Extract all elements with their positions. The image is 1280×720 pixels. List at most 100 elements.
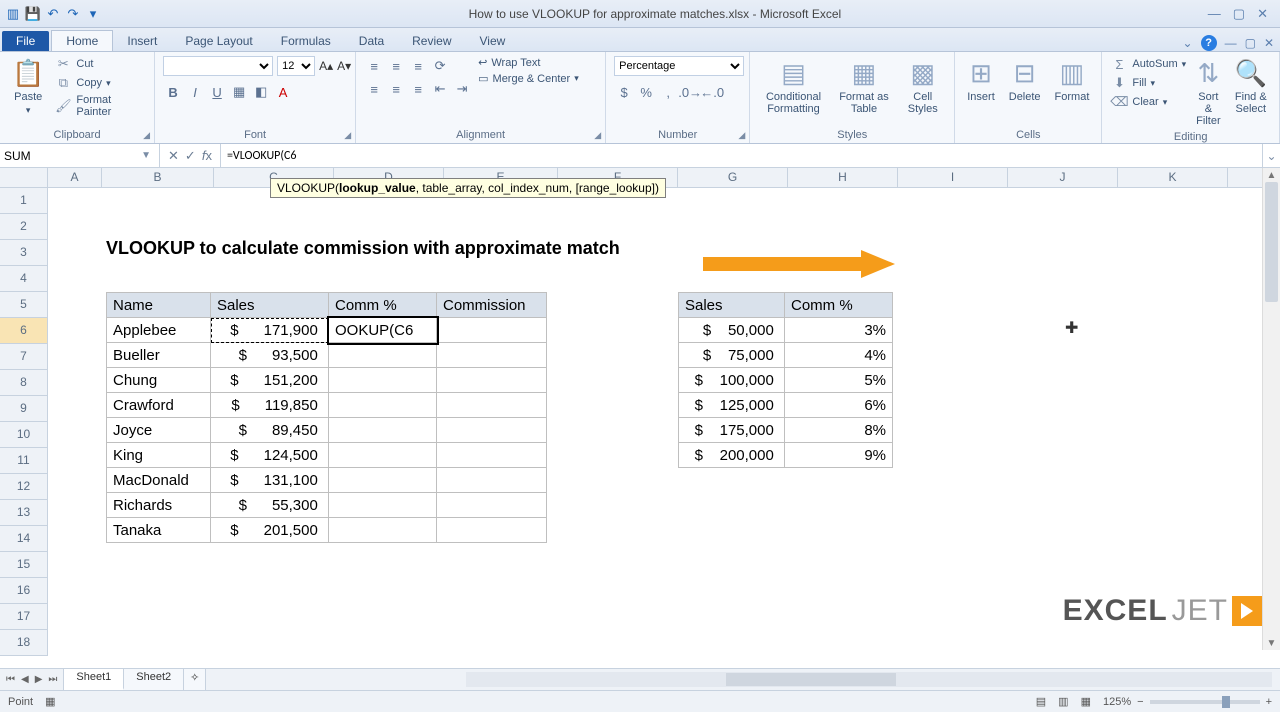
increase-decimal-icon[interactable]: .0→ (680, 82, 700, 102)
table-row[interactable]: $ 75,000 4% (679, 343, 893, 368)
comma-icon[interactable]: , (658, 82, 678, 102)
cell-name[interactable]: Richards (107, 493, 211, 518)
row-header-16[interactable]: 16 (0, 578, 47, 604)
view-normal-icon[interactable]: ▤ (1036, 695, 1046, 708)
table-row[interactable]: $ 100,000 5% (679, 368, 893, 393)
table-header[interactable]: Sales (211, 293, 329, 318)
save-icon[interactable]: 💾 (24, 5, 42, 23)
cell-commission[interactable] (437, 318, 547, 343)
name-box-input[interactable] (4, 149, 137, 163)
underline-button[interactable]: U (207, 82, 227, 102)
number-format-select[interactable]: Percentage (614, 56, 744, 76)
tab-review[interactable]: Review (398, 31, 465, 51)
view-layout-icon[interactable]: ▥ (1058, 695, 1068, 708)
table-row[interactable]: Crawford $ 119,850 (107, 393, 547, 418)
increase-indent-icon[interactable]: ⇥ (452, 79, 472, 99)
undo-icon[interactable]: ↶ (44, 5, 62, 23)
cell-comm[interactable] (329, 368, 437, 393)
file-tab[interactable]: File (2, 31, 49, 51)
help-icon[interactable]: ? (1201, 35, 1217, 51)
cell-comm[interactable] (329, 343, 437, 368)
font-name-select[interactable] (163, 56, 273, 76)
align-middle-icon[interactable]: ≡ (386, 56, 406, 76)
col-header-I[interactable]: I (898, 168, 1008, 187)
cell-styles-button[interactable]: ▩Cell Styles (899, 56, 946, 117)
copy-button[interactable]: ⧉Copy▾ (54, 75, 146, 91)
cell-comm[interactable] (329, 443, 437, 468)
cell-pct[interactable]: 3% (785, 318, 893, 343)
table-header[interactable]: Comm % (785, 293, 893, 318)
row-header-4[interactable]: 4 (0, 266, 47, 292)
cell-sales[interactable]: $ 55,300 (211, 493, 329, 518)
vscroll-thumb[interactable] (1265, 182, 1278, 302)
currency-icon[interactable]: $ (614, 82, 634, 102)
sort-filter-button[interactable]: ⇅Sort & Filter (1192, 56, 1224, 129)
cell-sales[interactable]: $ 124,500 (211, 443, 329, 468)
number-dialog-icon[interactable]: ◢ (738, 130, 745, 141)
qat-dropdown-icon[interactable]: ▾ (84, 5, 102, 23)
cell-name[interactable]: MacDonald (107, 468, 211, 493)
align-bottom-icon[interactable]: ≡ (408, 56, 428, 76)
row-header-5[interactable]: 5 (0, 292, 47, 318)
cell-comm[interactable] (329, 493, 437, 518)
fill-color-button[interactable]: ◧ (251, 82, 271, 102)
cell-name[interactable]: Crawford (107, 393, 211, 418)
table-row[interactable]: King $ 124,500 (107, 443, 547, 468)
worksheet-grid[interactable]: ABCDEFGHIJK 123456789101112131415161718 … (0, 168, 1280, 668)
window-restore-icon[interactable]: ▢ (1245, 36, 1256, 50)
row-header-11[interactable]: 11 (0, 448, 47, 474)
cell-name[interactable]: Chung (107, 368, 211, 393)
row-header-17[interactable]: 17 (0, 604, 47, 630)
cell-name[interactable]: Tanaka (107, 518, 211, 543)
table-row[interactable]: Richards $ 55,300 (107, 493, 547, 518)
minimize-button[interactable]: — (1208, 6, 1221, 22)
cell-commission[interactable] (437, 393, 547, 418)
zoom-slider[interactable] (1150, 700, 1260, 704)
row-header-15[interactable]: 15 (0, 552, 47, 578)
row-header-8[interactable]: 8 (0, 370, 47, 396)
cell-sales[interactable]: $ 151,200 (211, 368, 329, 393)
paste-button[interactable]: 📋 Paste ▾ (8, 56, 48, 118)
table-row[interactable]: $ 175,000 8% (679, 418, 893, 443)
align-left-icon[interactable]: ≡ (364, 79, 384, 99)
row-header-10[interactable]: 10 (0, 422, 47, 448)
format-cells-button[interactable]: ▥Format (1051, 56, 1094, 105)
tab-insert[interactable]: Insert (113, 31, 171, 51)
row-header-3[interactable]: 3 (0, 240, 47, 266)
zoom-level[interactable]: 125% (1103, 696, 1131, 708)
tab-page-layout[interactable]: Page Layout (171, 31, 266, 51)
expand-formula-bar-icon[interactable]: ⌄ (1262, 144, 1280, 167)
row-header-13[interactable]: 13 (0, 500, 47, 526)
new-sheet-button[interactable]: ✧ (184, 669, 206, 690)
row-header-14[interactable]: 14 (0, 526, 47, 552)
insert-cells-button[interactable]: ⊞Insert (963, 56, 999, 105)
clipboard-dialog-icon[interactable]: ◢ (143, 130, 150, 141)
cell-commission[interactable] (437, 443, 547, 468)
align-right-icon[interactable]: ≡ (408, 79, 428, 99)
zoom-in-icon[interactable]: + (1266, 696, 1272, 708)
orientation-icon[interactable]: ⟳ (430, 56, 450, 76)
cell-sales[interactable]: $ 131,100 (211, 468, 329, 493)
tab-data[interactable]: Data (345, 31, 398, 51)
cell-pct[interactable]: 5% (785, 368, 893, 393)
col-header-B[interactable]: B (102, 168, 214, 187)
row-header-6[interactable]: 6 (0, 318, 47, 344)
cell-sales[interactable]: $ 171,900 (211, 318, 329, 343)
cell-sales[interactable]: $ 175,000 (679, 418, 785, 443)
sheet-nav[interactable]: ⏮◀▶⏭ (0, 669, 64, 690)
row-header-1[interactable]: 1 (0, 188, 47, 214)
cell-name[interactable]: Applebee (107, 318, 211, 343)
cell-sales[interactable]: $ 93,500 (211, 343, 329, 368)
italic-button[interactable]: I (185, 82, 205, 102)
close-button[interactable]: ✕ (1257, 6, 1268, 22)
table-row[interactable]: MacDonald $ 131,100 (107, 468, 547, 493)
cell-sales[interactable]: $ 200,000 (679, 443, 785, 468)
cell-sales[interactable]: $ 125,000 (679, 393, 785, 418)
clear-button[interactable]: ⌫Clear▾ (1110, 94, 1186, 110)
format-as-table-button[interactable]: ▦Format as Table (835, 56, 894, 117)
merge-center-button[interactable]: ▭Merge & Center▾ (478, 72, 579, 85)
decrease-font-icon[interactable]: A▾ (337, 59, 351, 73)
col-header-H[interactable]: H (788, 168, 898, 187)
cell-comm[interactable] (329, 393, 437, 418)
align-top-icon[interactable]: ≡ (364, 56, 384, 76)
